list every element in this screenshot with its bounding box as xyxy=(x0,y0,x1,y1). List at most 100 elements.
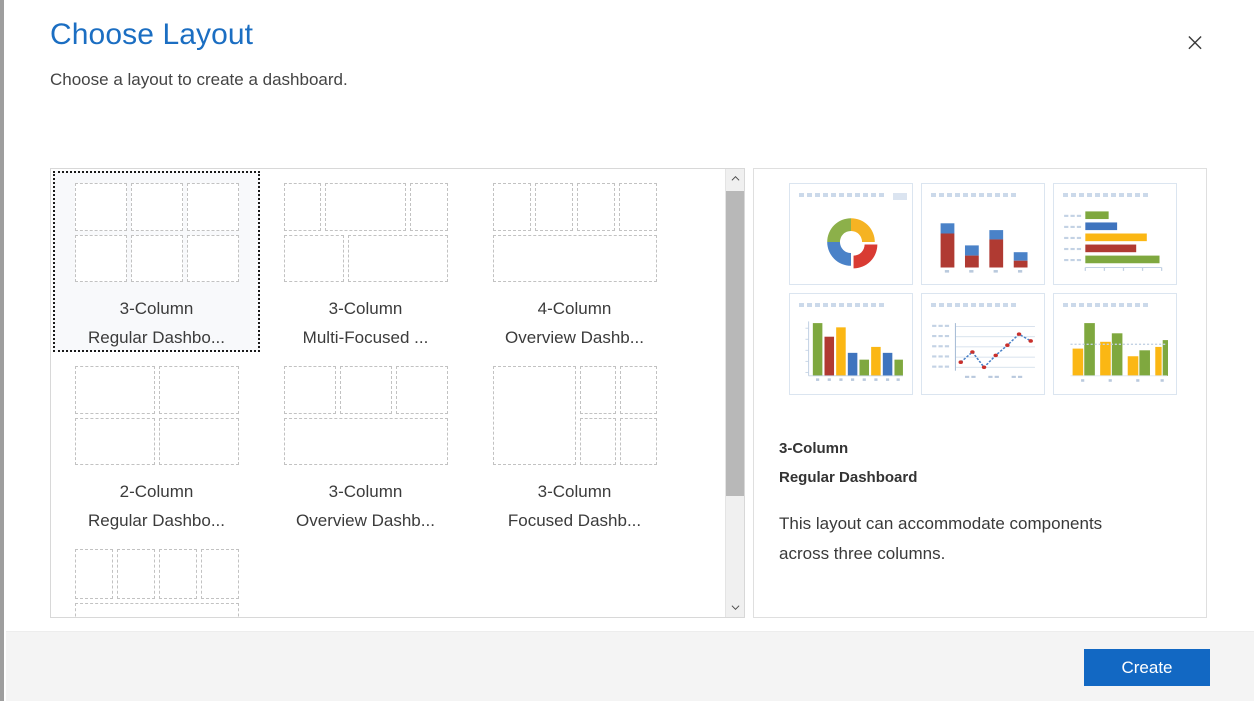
layout-card-label-line1: 2-Column xyxy=(119,482,194,501)
page-title: Choose Layout xyxy=(50,18,254,51)
page-subtitle: Choose a layout to create a dashboard. xyxy=(50,70,348,89)
tile-title-placeholder xyxy=(799,193,907,200)
layout-card-label: 3-Column Regular Dashbo... xyxy=(64,294,249,352)
thumb-cell xyxy=(395,366,448,414)
layout-card-label: 3-Column Overview Dashb... xyxy=(273,477,458,535)
thumb-cell xyxy=(492,366,577,465)
layout-card-label-line1: 3-Column xyxy=(119,299,194,318)
tile-title-placeholder xyxy=(931,303,1016,307)
thumb-cell xyxy=(130,183,183,231)
preview-chart-clustered-column-chart xyxy=(1053,293,1177,395)
chart-plot-area xyxy=(930,318,1036,386)
thumb-cell xyxy=(339,366,392,414)
preview-title-line2: Regular Dashboard xyxy=(779,469,918,486)
layout-card-label-line1: 3-Column xyxy=(328,482,403,501)
layout-list-scrollbar[interactable] xyxy=(725,169,744,617)
chart-plot-area xyxy=(1062,318,1168,386)
thumb-cell xyxy=(158,549,197,599)
layout-card-label-line2: Overview Dashb... xyxy=(296,511,435,530)
layout-list: 3-Column Regular Dashbo... 3-Column Multi-… xyxy=(51,169,726,617)
layout-card-label-line2: Overview Dashb... xyxy=(505,328,644,347)
layout-card-label-line2: Focused Dashb... xyxy=(507,511,642,530)
preview-title-line1: 3-Column xyxy=(779,440,849,457)
thumb-cell xyxy=(74,366,155,414)
dialog-footer: Create xyxy=(6,631,1254,701)
dialog-left-border-inner xyxy=(4,0,6,701)
thumb-cell xyxy=(620,417,657,465)
preview-chart-column-chart xyxy=(789,293,913,395)
thumb-cell xyxy=(74,183,127,231)
close-icon[interactable] xyxy=(1180,27,1210,57)
preview-chart-donut-chart xyxy=(789,183,913,285)
preview-chart-stacked-column-chart xyxy=(921,183,1045,285)
preview-chart-line-chart xyxy=(921,293,1045,395)
thumb-cell xyxy=(186,234,239,282)
layout-card-3-column-regular-dashboard[interactable]: 3-Column Regular Dashbo... xyxy=(53,171,260,352)
thumb-cell xyxy=(283,417,448,465)
choose-layout-dialog: Choose Layout Choose a layout to create … xyxy=(0,0,1254,701)
layout-thumbnail xyxy=(74,366,239,465)
thumb-cell xyxy=(283,234,344,282)
tile-title-placeholder xyxy=(799,303,884,307)
chart-plot-area xyxy=(798,208,904,276)
thumb-cell xyxy=(576,183,615,231)
layout-card-label: 2-Column Regular Dashbo... xyxy=(64,477,249,535)
thumb-cell xyxy=(74,417,155,465)
tile-title-placeholder xyxy=(1063,193,1148,197)
layout-card-2-column-regular-dashboard[interactable]: 2-Column Regular Dashbo... xyxy=(53,354,260,535)
layout-thumbnail xyxy=(74,549,239,617)
thumb-cell xyxy=(492,234,657,282)
chart-plot-area xyxy=(1062,208,1168,276)
scrollbar-thumb[interactable] xyxy=(726,191,744,496)
chart-plot-area xyxy=(798,318,904,386)
layout-card-partial[interactable] xyxy=(53,537,260,617)
layout-card-label-line1: 3-Column xyxy=(328,299,403,318)
preview-title: 3-Column Regular Dashboard xyxy=(779,434,917,492)
scrollbar-track[interactable] xyxy=(726,188,744,598)
thumb-cell xyxy=(620,366,657,414)
thumb-cell xyxy=(283,183,322,231)
thumb-cell xyxy=(74,603,239,617)
tile-title-placeholder xyxy=(1063,303,1148,307)
thumb-cell xyxy=(158,366,239,414)
layout-card-label-line2: Regular Dashbo... xyxy=(87,328,226,347)
thumb-cell xyxy=(130,234,183,282)
thumb-cell xyxy=(580,366,617,414)
thumb-cell xyxy=(74,234,127,282)
scroll-up-button[interactable] xyxy=(726,169,744,188)
thumb-cell xyxy=(534,183,573,231)
scroll-down-button[interactable] xyxy=(726,598,744,617)
layout-card-3-column-focused-dashboard[interactable]: 3-Column Focused Dashb... xyxy=(471,354,678,535)
layout-thumbnail xyxy=(283,366,448,465)
thumb-cell xyxy=(186,183,239,231)
thumb-cell xyxy=(116,549,155,599)
thumb-cell xyxy=(492,183,531,231)
thumb-cell xyxy=(74,549,113,599)
preview-chart-horizontal-bar-chart xyxy=(1053,183,1177,285)
chart-plot-area xyxy=(930,208,1036,276)
layout-row-1: 3-Column Regular Dashbo... 3-Column Multi-… xyxy=(51,169,726,352)
tile-title-placeholder xyxy=(931,193,1016,197)
layout-card-label: 3-Column Multi-Focused ... xyxy=(273,294,458,352)
layout-card-label-line1: 4-Column xyxy=(537,299,612,318)
layout-thumbnail xyxy=(74,183,239,282)
preview-chart-grid xyxy=(789,183,1177,395)
layout-card-label-line2: Regular Dashbo... xyxy=(87,511,226,530)
thumb-cell xyxy=(158,417,239,465)
layout-card-4-column-overview-dashboard[interactable]: 4-Column Overview Dashb... xyxy=(471,171,678,352)
layout-card-label: 3-Column Focused Dashb... xyxy=(482,477,667,535)
thumb-cell xyxy=(580,417,617,465)
thumb-cell xyxy=(283,366,336,414)
layout-card-label-line1: 3-Column xyxy=(537,482,612,501)
thumb-cell xyxy=(325,183,406,231)
layout-thumbnail xyxy=(492,366,657,465)
layout-card-3-column-multi-focused[interactable]: 3-Column Multi-Focused ... xyxy=(262,171,469,352)
layout-preview-panel: 3-Column Regular Dashboard This layout ca… xyxy=(753,168,1207,618)
layout-thumbnail xyxy=(283,183,448,282)
layout-thumbnail xyxy=(492,183,657,282)
create-button[interactable]: Create xyxy=(1084,649,1210,686)
layout-list-panel[interactable]: 3-Column Regular Dashbo... 3-Column Multi-… xyxy=(50,168,745,618)
layout-card-label: 4-Column Overview Dashb... xyxy=(482,294,667,352)
layout-row-2: 2-Column Regular Dashbo... 3-Column Overvi… xyxy=(51,352,726,535)
layout-card-3-column-overview-dashboard[interactable]: 3-Column Overview Dashb... xyxy=(262,354,469,535)
